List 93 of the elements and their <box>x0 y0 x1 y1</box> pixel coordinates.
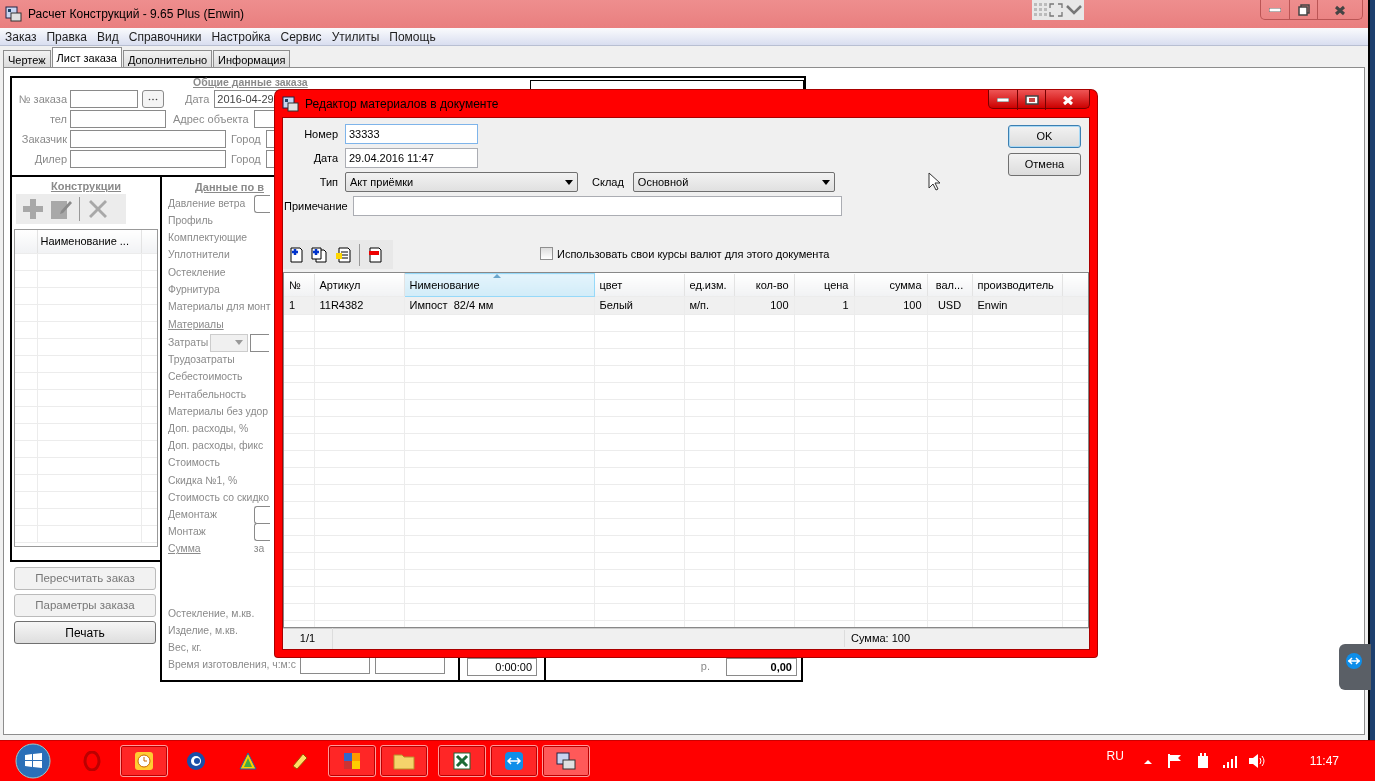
field-label: Уплотнители <box>168 248 230 263</box>
table-cell: 100 <box>734 296 794 314</box>
number-field[interactable]: 33333 <box>345 124 478 144</box>
column-header[interactable]: кол-во <box>734 273 794 297</box>
tab[interactable]: Лист заказа <box>51 47 122 67</box>
field-label: Себестоимость <box>168 370 243 385</box>
table-cell: 1 <box>284 296 314 314</box>
time-field[interactable]: 0:00:00 <box>467 658 537 676</box>
column-header[interactable]: цена <box>794 273 854 297</box>
field-label: Демонтаж <box>168 507 218 522</box>
column-header[interactable]: цвет <box>594 273 684 297</box>
section-title: Данные по в <box>195 181 264 193</box>
field-label: Время изготовления, ч:м:с <box>168 658 296 673</box>
field-label: Город <box>231 131 262 147</box>
table-cell: Белый <box>594 296 684 314</box>
type-dropdown[interactable]: Акт приёмки <box>345 172 578 192</box>
table-cell: 11R4382 <box>314 296 404 314</box>
menu-item[interactable]: Помощь <box>384 27 441 46</box>
field-label: Стоимость со скидко <box>168 490 269 505</box>
column-header[interactable]: ед.изм. <box>684 273 734 297</box>
field-label: Адрес объекта <box>173 111 250 127</box>
field-label: Дата <box>185 91 211 107</box>
field-label: Доп. расходы, фикс <box>168 439 264 454</box>
field-label: Остекление, м.кв. <box>168 607 255 622</box>
amount-field[interactable]: 0,00 <box>726 658 797 676</box>
column-header[interactable]: Наименование ... <box>37 230 141 253</box>
menu-item[interactable]: Утилиты <box>326 27 385 46</box>
field-label: за <box>253 542 265 557</box>
field-label: Доп. расходы, % <box>168 422 249 437</box>
column-header[interactable]: сумма <box>854 273 927 297</box>
date-field[interactable]: 29.04.2016 11:47 <box>345 148 478 168</box>
field-label: Примечание <box>284 198 349 214</box>
page-indicator: 1/1 <box>283 628 333 649</box>
section-title: Конструкции <box>50 180 122 192</box>
table-cell: 1 <box>794 296 854 314</box>
currency-label: р. <box>700 658 710 674</box>
field-label: Профиль <box>168 213 213 228</box>
total-sum: Сумма: 100 <box>844 630 1089 647</box>
warehouse-dropdown[interactable]: Основной <box>632 172 835 192</box>
field-label: Материалы для монт <box>168 299 271 314</box>
table-cell: Enwin <box>972 296 1062 314</box>
field-label: Вес, кг. <box>168 641 202 656</box>
field-label: Город <box>231 151 262 167</box>
field-label: Тип <box>318 174 339 190</box>
menu-item[interactable]: Справочники <box>123 27 207 46</box>
clock[interactable]: 11:47 <box>1309 752 1339 770</box>
column-header[interactable]: Артикул <box>314 273 404 297</box>
field-label[interactable]: Материалы <box>168 317 224 333</box>
language-indicator[interactable]: RU <box>1106 747 1124 765</box>
column-header[interactable]: Нименование <box>404 273 594 297</box>
column-header[interactable]: вал... <box>927 273 972 297</box>
field-label: Дилер <box>33 151 68 167</box>
button[interactable]: Печать <box>14 621 156 644</box>
menu-item[interactable]: Правка <box>41 27 93 46</box>
field-label: Скидка №1, % <box>168 473 238 488</box>
ok-button[interactable]: OK <box>1008 125 1081 148</box>
menu-item[interactable]: Настройка <box>206 27 276 46</box>
field-label: Комплектующие <box>168 231 248 246</box>
window-title: Расчет Конструкций - 9.65 Plus (Enwin) <box>28 6 246 23</box>
field-label: Фурнитура <box>168 282 220 297</box>
own-rates-checkbox[interactable]: Использовать свои курсы валют для этого документа <box>540 245 830 262</box>
field-label: Остекление <box>168 265 226 280</box>
column-header[interactable]: производитель <box>972 273 1062 297</box>
field-label: Склад <box>592 174 624 190</box>
field-label[interactable]: Сумма <box>168 541 201 557</box>
table-cell: 100 <box>854 296 927 314</box>
field-label: тел <box>48 111 68 127</box>
field-label: № заказа <box>17 91 68 107</box>
cancel-button[interactable]: Отмена <box>1008 153 1081 176</box>
table-cell: м/п. <box>684 296 734 314</box>
menu-item[interactable]: Вид <box>92 27 124 46</box>
dialog-title: Редактор материалов в документе <box>305 95 500 113</box>
field-label: Материалы без удор <box>168 404 269 419</box>
field-label: Заказчик <box>20 131 68 147</box>
table-cell: USD <box>927 296 972 314</box>
menu-item[interactable]: Сервис <box>275 27 327 46</box>
text-field[interactable]: 2016-04-29 <box>214 90 279 108</box>
tab[interactable]: Чертеж <box>3 50 51 67</box>
field-label: Дата <box>312 150 339 166</box>
field-label: Давление ветра <box>168 196 247 211</box>
field-label: Трудозатраты <box>168 353 235 368</box>
tab[interactable]: Дополнительно <box>122 50 213 67</box>
field-label: Номер <box>303 126 339 142</box>
column-header[interactable]: № <box>284 273 314 297</box>
section-title: Общие данные заказа <box>193 76 308 90</box>
table-cell: Импост 82/4 мм <box>404 296 594 314</box>
field-label: Изделие, м.кв. <box>168 624 238 639</box>
menu-item[interactable]: Заказ <box>0 27 42 46</box>
field-label: Рентабельность <box>168 387 247 402</box>
field-label: Монтаж <box>168 525 207 540</box>
tab[interactable]: Информация <box>213 50 291 67</box>
field-label: Стоимость <box>168 456 221 471</box>
field-label: Затраты <box>168 336 209 351</box>
